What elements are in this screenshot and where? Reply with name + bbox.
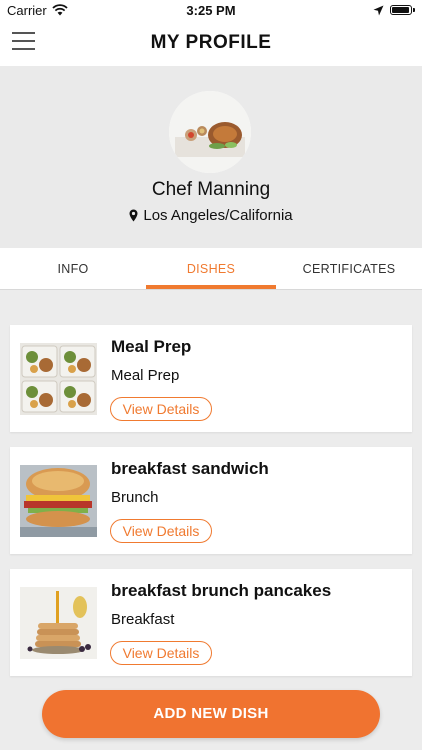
page-title: MY PROFILE [150, 32, 272, 53]
view-details-button[interactable]: View Details [110, 641, 212, 665]
location-arrow-icon [373, 5, 384, 16]
dish-image-pancakes [20, 587, 97, 659]
dish-title: Meal Prep [111, 337, 192, 356]
active-tab-indicator [146, 285, 276, 289]
add-new-dish-button[interactable]: ADD NEW DISH [42, 690, 380, 738]
battery-icon [390, 5, 412, 15]
dish-image-breakfast-sandwich [20, 465, 97, 537]
location-text: Los Angeles/California [143, 207, 293, 224]
dish-category: Brunch [111, 489, 159, 506]
clock: 3:25 PM [186, 3, 236, 18]
tab-info[interactable]: INFO [0, 248, 146, 289]
dish-category: Breakfast [111, 611, 175, 628]
dish-category: Meal Prep [111, 367, 180, 384]
chef-name: Chef Manning [151, 179, 271, 200]
dish-title: breakfast sandwich [111, 459, 269, 478]
dish-card[interactable]: Meal Prep Meal Prep View Details [10, 325, 412, 432]
status-bar: Carrier 3:25 PM [0, 0, 422, 22]
battery-tip [413, 8, 415, 12]
dish-card[interactable]: breakfast sandwich Brunch View Details [10, 447, 412, 554]
chef-avatar[interactable] [169, 91, 251, 173]
profile-header: Chef Manning Los Angeles/California [0, 66, 422, 248]
view-details-button[interactable]: View Details [110, 519, 212, 543]
tab-certificates[interactable]: CERTIFICATES [276, 248, 422, 289]
dish-title: breakfast brunch pancakes [111, 581, 332, 600]
nav-bar: MY PROFILE [0, 22, 422, 66]
profile-tabs: INFO DISHES CERTIFICATES [0, 248, 422, 290]
dish-card[interactable]: breakfast brunch pancakes Breakfast View… [10, 569, 412, 676]
map-pin-icon [129, 209, 138, 222]
location-row: Los Angeles/California [0, 207, 422, 224]
dish-image-meal-prep [20, 343, 97, 415]
tab-dishes[interactable]: DISHES [146, 248, 276, 289]
view-details-button[interactable]: View Details [110, 397, 212, 421]
